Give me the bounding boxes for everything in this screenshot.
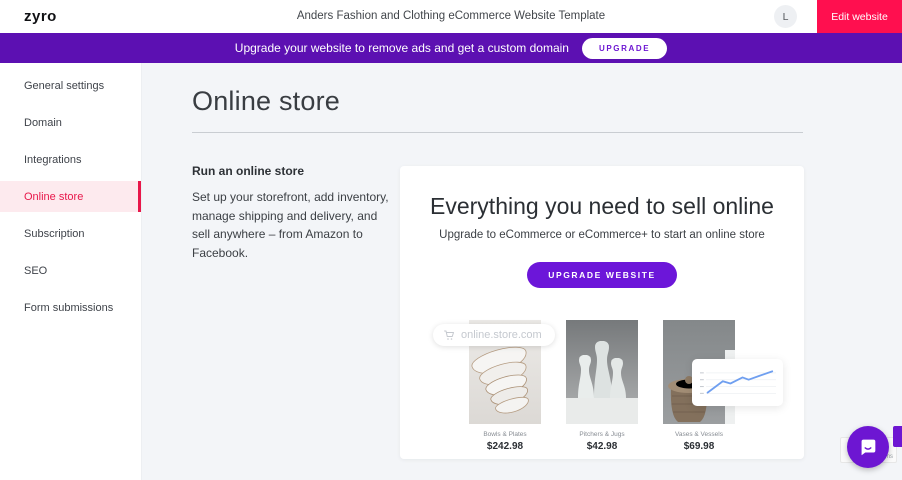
product-name: Pitchers & Jugs: [566, 431, 638, 438]
sidebar-item-subscription[interactable]: Subscription: [0, 218, 141, 249]
product-name: Vases & Vessels: [663, 431, 735, 438]
cart-icon: [443, 329, 455, 341]
title-divider: [192, 132, 803, 133]
zyro-logo[interactable]: zyro: [24, 8, 57, 25]
sales-chart-card: [692, 359, 783, 406]
sparkline: [700, 365, 776, 402]
product-price: $69.98: [663, 441, 735, 452]
banner-message: Upgrade your website to remove ads and g…: [235, 41, 569, 55]
sidebar-item-integrations[interactable]: Integrations: [0, 144, 141, 175]
edit-website-button[interactable]: Edit website: [817, 0, 902, 33]
upgrade-banner: Upgrade your website to remove ads and g…: [0, 33, 902, 63]
site-template-title: Anders Fashion and Clothing eCommerce We…: [150, 10, 752, 22]
upgrade-website-button[interactable]: UPGRADE WEBSITE: [527, 262, 677, 288]
sidebar-item-seo[interactable]: SEO: [0, 255, 141, 286]
page-title: Online store: [192, 86, 902, 117]
sidebar-item-online-store[interactable]: Online store: [0, 181, 141, 212]
upsell-subtitle: Upgrade to eCommerce or eCommerce+ to st…: [400, 229, 804, 241]
settings-sidebar: General settings Domain Integrations Onl…: [0, 63, 142, 480]
chat-launcher-button[interactable]: [847, 426, 889, 468]
store-url-text: online.store.com: [461, 329, 542, 341]
app-window: zyro Anders Fashion and Clothing eCommer…: [0, 0, 902, 480]
info-description: Set up your storefront, add inventory, m…: [192, 188, 397, 262]
product-price: $42.98: [566, 441, 638, 452]
sidebar-item-form-submissions[interactable]: Form submissions: [0, 292, 141, 323]
ecommerce-upsell-card: Everything you need to sell online Upgra…: [400, 166, 804, 459]
main-content: Online store Run an online store Set up …: [142, 63, 902, 480]
pitchers-product-image: [566, 320, 638, 424]
chat-bubble-icon: [857, 436, 879, 458]
upsell-title: Everything you need to sell online: [400, 193, 804, 220]
store-url-pill: online.store.com: [433, 324, 555, 346]
sidebar-item-domain[interactable]: Domain: [0, 107, 141, 138]
account-avatar[interactable]: L: [774, 5, 797, 28]
top-bar: zyro Anders Fashion and Clothing eCommer…: [0, 0, 902, 33]
banner-upgrade-button[interactable]: UPGRADE: [582, 38, 667, 59]
product-price: $242.98: [469, 441, 541, 452]
product-card: Pitchers & Jugs $42.98: [566, 320, 638, 452]
product-name: Bowls & Plates: [469, 431, 541, 438]
chat-side-tab[interactable]: [893, 426, 902, 447]
info-title: Run an online store: [192, 164, 397, 178]
info-column: Run an online store Set up your storefro…: [192, 164, 397, 262]
sidebar-item-general-settings[interactable]: General settings: [0, 70, 141, 101]
